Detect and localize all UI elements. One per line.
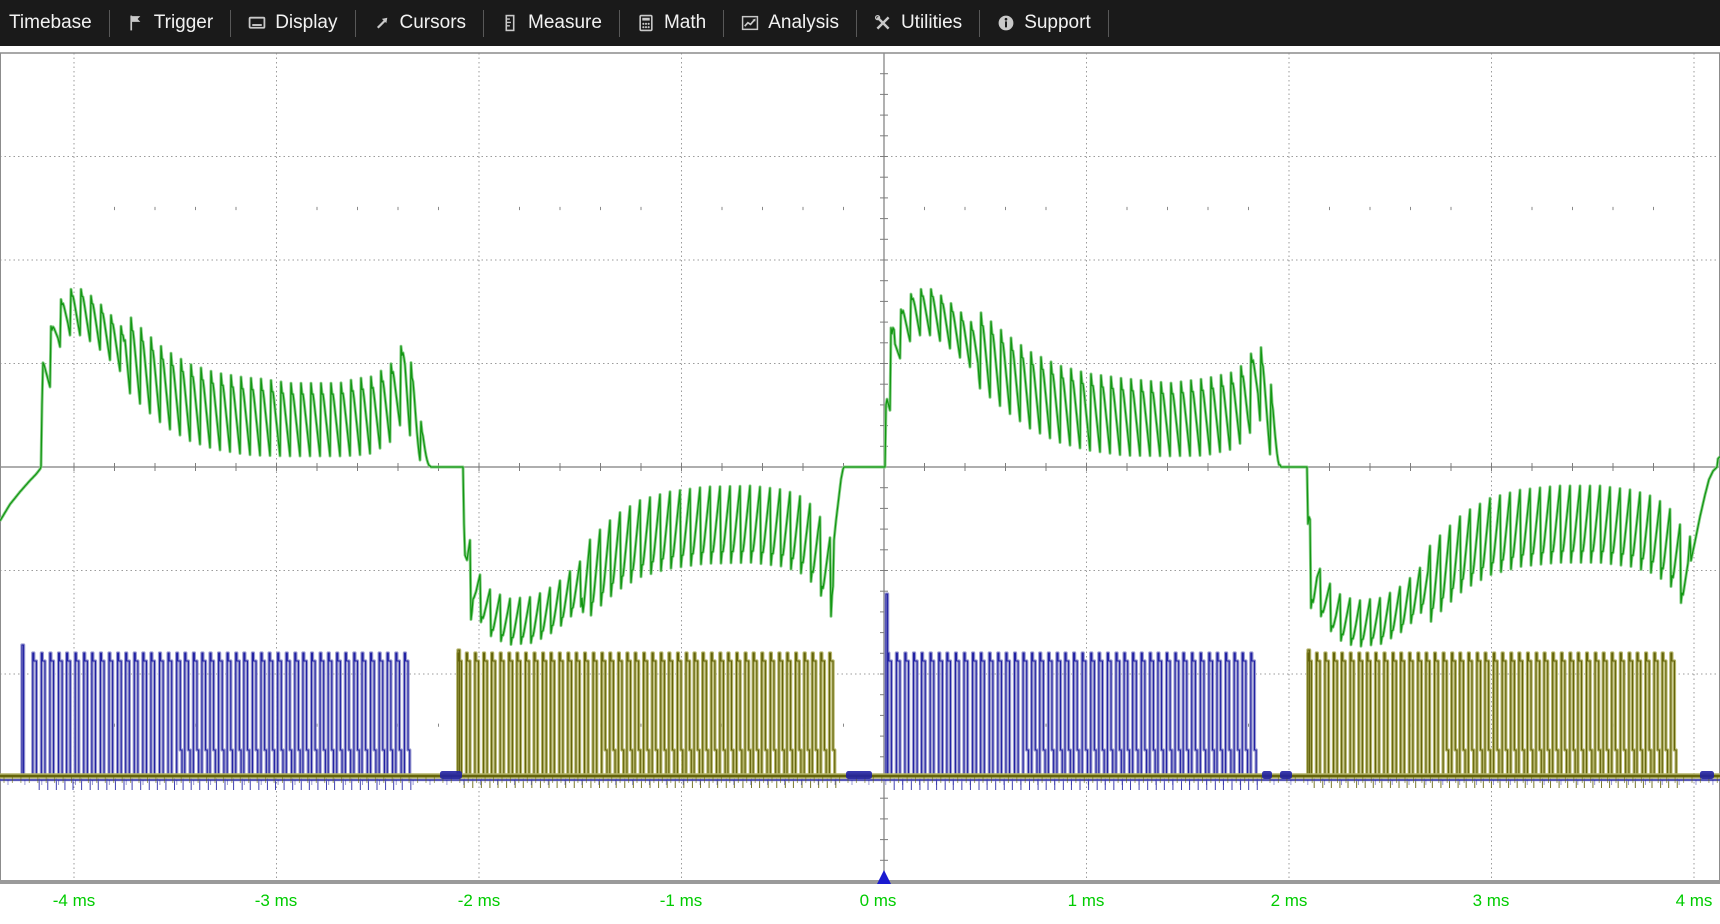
menu-separator — [1108, 10, 1109, 37]
menu-item-support[interactable]: Support — [980, 0, 1108, 46]
menu-item-label: Display — [275, 12, 337, 34]
menu-item-timebase[interactable]: Timebase — [0, 0, 109, 46]
ruler-icon — [501, 14, 519, 32]
waveform-display[interactable]: -4 ms -3 ms -2 ms -1 ms 0 ms 1 ms 2 ms 3 ms 4 ms — [0, 0, 1720, 924]
oscilloscope-app: Timebase Trigger Display Cursors Measure Math… — [0, 0, 1720, 924]
display-monitor-icon — [248, 14, 266, 32]
grid — [0, 46, 1720, 924]
menu-bar: Timebase Trigger Display Cursors Measure Math… — [0, 0, 1720, 46]
analysis-chart-icon — [741, 14, 759, 32]
time-axis-label: 2 ms — [1271, 891, 1308, 910]
menu-item-trigger[interactable]: Trigger — [110, 0, 230, 46]
time-axis-label: -1 ms — [660, 891, 703, 910]
blue-noise-blob — [1280, 771, 1292, 779]
blue-noise-blob — [1262, 771, 1272, 779]
menu-item-utilities[interactable]: Utilities — [857, 0, 979, 46]
menu-item-display[interactable]: Display — [231, 0, 354, 46]
trigger-flag-icon — [127, 14, 145, 32]
menu-item-label: Analysis — [768, 12, 839, 34]
calculator-icon — [637, 14, 655, 32]
time-axis-label: -3 ms — [255, 891, 298, 910]
blue-noise-blob — [846, 771, 872, 779]
tools-icon — [874, 14, 892, 32]
menu-item-label: Trigger — [154, 12, 213, 34]
info-icon — [997, 14, 1015, 32]
menu-item-math[interactable]: Math — [620, 0, 723, 46]
blue-noise-blob — [440, 771, 462, 779]
menu-item-label: Cursors — [400, 12, 467, 34]
time-axis-label: -2 ms — [458, 891, 501, 910]
time-axis-label: 1 ms — [1068, 891, 1105, 910]
time-axis-label: -4 ms — [53, 891, 96, 910]
menu-item-label: Math — [664, 12, 706, 34]
menu-item-label: Utilities — [901, 12, 962, 34]
menu-item-label: Support — [1024, 12, 1091, 34]
menu-item-cursors[interactable]: Cursors — [356, 0, 484, 46]
time-axis-label: 4 ms — [1676, 891, 1713, 910]
cursor-arrow-icon — [373, 14, 391, 32]
menu-item-label: Timebase — [9, 12, 92, 34]
menu-item-label: Measure — [528, 12, 602, 34]
blue-noise-blob — [1700, 771, 1714, 779]
menu-item-measure[interactable]: Measure — [484, 0, 619, 46]
time-axis-label: 3 ms — [1473, 891, 1510, 910]
time-axis-label: 0 ms — [860, 891, 897, 910]
menu-item-analysis[interactable]: Analysis — [724, 0, 856, 46]
